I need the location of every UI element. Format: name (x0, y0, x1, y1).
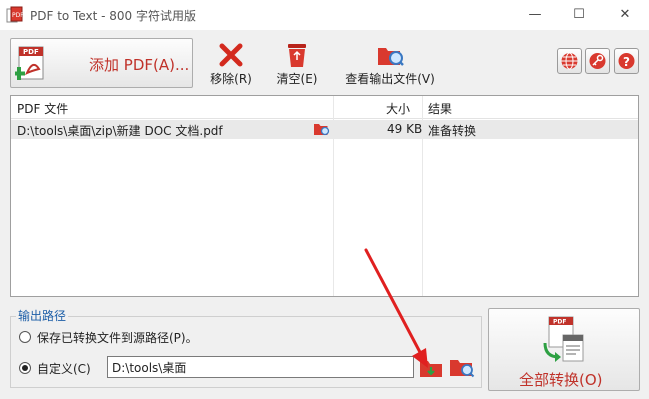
radio-source-path[interactable] (19, 331, 31, 343)
globe-icon (561, 52, 578, 70)
close-button[interactable]: ✕ (602, 0, 648, 30)
radio-custom-path[interactable] (19, 362, 31, 374)
add-pdf-button[interactable]: PDF 添加 PDF(A)... (10, 38, 193, 88)
view-output-button[interactable]: 查看输出文件(V) (340, 40, 440, 88)
output-path-title: 输出路径 (16, 307, 69, 324)
clear-label: 清空(E) (276, 72, 318, 86)
help-icon: ? (618, 53, 635, 69)
recycle-bin-icon (288, 44, 306, 67)
clear-button[interactable]: 清空(E) (272, 40, 322, 88)
row-size: 49 KB (387, 122, 423, 136)
column-header-size[interactable]: 大小 (386, 100, 410, 117)
remove-x-icon (219, 43, 243, 67)
register-button[interactable] (585, 48, 610, 74)
help-button[interactable]: ? (614, 48, 639, 74)
convert-all-label: 全部转换(O) (519, 371, 603, 389)
svg-text:?: ? (623, 55, 630, 69)
file-list-header: PDF 文件 大小 结果 (11, 96, 638, 119)
pdf-convert-icon: PDF (543, 316, 584, 362)
view-output-label: 查看输出文件(V) (345, 72, 435, 86)
website-button[interactable] (557, 48, 582, 74)
radio-source-path-label[interactable]: 保存已转换文件到源路径(P)。 (37, 329, 198, 346)
annotation-arrow (364, 248, 428, 368)
convert-all-button[interactable]: PDF 全部转换(O) (488, 308, 640, 391)
row-result: 准备转换 (428, 124, 477, 138)
remove-button[interactable]: 移除(R) (206, 40, 256, 88)
row-file-path: D:\tools\桌面\zip\新建 DOC 文档.pdf (17, 124, 223, 138)
folder-search-icon[interactable] (313, 121, 330, 137)
app-icon: PDF (6, 6, 24, 23)
add-pdf-icon: PDF (15, 46, 44, 80)
svg-text:PDF: PDF (23, 48, 39, 56)
table-row[interactable]: D:\tools\桌面\zip\新建 DOC 文档.pdf 49 KB 准备转换 (11, 120, 638, 139)
column-header-file[interactable]: PDF 文件 (17, 100, 68, 117)
maximize-button[interactable]: ☐ (556, 0, 602, 30)
svg-text:PDF: PDF (12, 12, 24, 19)
remove-label: 移除(R) (210, 72, 252, 86)
file-list[interactable]: PDF 文件 大小 结果 D:\tools\桌面\zip\新建 DOC 文档.p… (10, 95, 639, 297)
add-pdf-label: 添加 PDF(A)... (89, 56, 190, 74)
minimize-button[interactable]: — (512, 0, 558, 30)
window-title: PDF to Text - 800 字符试用版 (30, 9, 197, 23)
svg-text:PDF: PDF (553, 319, 566, 326)
folder-search-icon[interactable] (449, 356, 475, 378)
folder-search-icon (378, 48, 404, 66)
key-icon (589, 53, 606, 69)
radio-custom-path-label[interactable]: 自定义(C) (37, 360, 91, 377)
column-header-result[interactable]: 结果 (428, 100, 452, 117)
title-bar: PDF PDF to Text - 800 字符试用版 — ☐ ✕ (0, 0, 649, 30)
